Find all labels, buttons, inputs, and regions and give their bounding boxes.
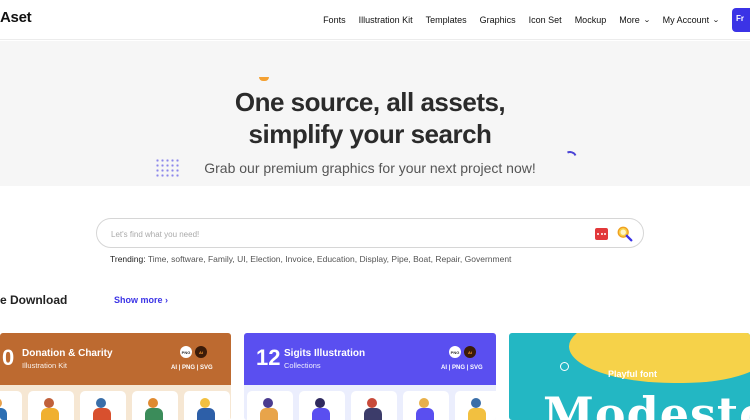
hero-title-line-2: simplify your search [248,119,492,149]
chevron-down-icon: ⌄ [712,17,720,24]
hero-subtitle: Grab our premium graphics for your next … [204,160,536,176]
hero-title-line-1: One source, all assets, [234,87,506,117]
illustration-thumbnail [403,391,449,420]
nav-icon-set[interactable]: Icon Set [529,15,562,25]
format-badges: PNG Ai [180,346,207,358]
section-title: e Download [0,293,68,307]
card-header-band: 0 Donation & Charity Illustration Kit PN… [0,333,231,385]
ai-format-icon: Ai [464,346,476,358]
illustration-thumbnail [80,391,126,420]
nav-my-account-dropdown[interactable]: My Account ⌄ [662,15,720,25]
card-subtitle: Illustration Kit [22,361,68,370]
card-header-band: 12 Sigits Illustration Collections PNG A… [244,333,496,385]
card-title: Sigits Illustration [284,348,366,359]
format-badges: PNG Ai [449,346,476,358]
card-subtitle: Collections [284,361,321,370]
nav-more-dropdown[interactable]: More ⌄ [619,15,651,25]
nav-mockup[interactable]: Mockup [575,15,607,25]
illustration-thumbnail [132,391,178,420]
free-trial-button[interactable]: Fr [732,8,750,32]
font-sample-text: Modesto [543,387,750,420]
main-nav: Fonts Illustration Kit Templates Graphic… [323,0,750,40]
illustration-thumbnail [455,391,496,420]
search-bar [96,218,644,248]
decorative-ring [560,362,569,371]
card-formats: AI | PNG | SVG [171,365,213,371]
hero-banner: One source, all assets, simplify your se… [0,41,750,186]
card-font-tag: Playful font [608,369,657,379]
nav-illustration-kit[interactable]: Illustration Kit [359,15,413,25]
trending-label: Trending: [110,254,146,264]
card-item-count: 0 [2,345,15,370]
chevron-down-icon: ⌄ [642,17,651,24]
nav-graphics[interactable]: Graphics [480,15,516,25]
png-format-icon: PNG [180,346,192,358]
product-card-playful-font[interactable]: Playful font Modesto [509,333,750,420]
more-dots-icon[interactable] [595,228,608,240]
site-logo[interactable]: Aset [0,9,32,26]
decorative-blob [569,333,750,383]
card-thumbnails [0,391,230,420]
nav-account-label: My Account [662,15,710,25]
nav-more-label: More [619,15,640,25]
trending-terms[interactable]: Time, software, Family, UI, Election, In… [148,254,512,264]
top-header: Aset Fonts Illustration Kit Templates Gr… [0,0,750,40]
card-formats: AI | PNG | SVG [441,365,483,371]
ai-format-icon: Ai [195,346,207,358]
illustration-thumbnail [299,391,345,420]
png-format-icon: PNG [449,346,461,358]
search-input[interactable] [111,225,571,243]
illustration-thumbnail [184,391,230,420]
product-card-donation[interactable]: 0 Donation & Charity Illustration Kit PN… [0,333,231,420]
card-thumbnails [247,391,496,420]
decorative-shape [259,77,269,81]
illustration-thumbnail [351,391,397,420]
nav-fonts[interactable]: Fonts [323,15,346,25]
product-card-sigits[interactable]: 12 Sigits Illustration Collections PNG A… [244,333,496,420]
illustration-thumbnail [0,391,22,420]
illustration-thumbnail [247,391,293,420]
card-item-count: 12 [256,345,281,370]
illustration-thumbnail [28,391,74,420]
card-title: Donation & Charity [22,348,113,359]
trending-searches: Trending: Time, software, Family, UI, El… [110,254,511,264]
search-icon[interactable] [616,225,634,243]
nav-templates[interactable]: Templates [426,15,467,25]
show-more-link[interactable]: Show more › [114,295,168,305]
